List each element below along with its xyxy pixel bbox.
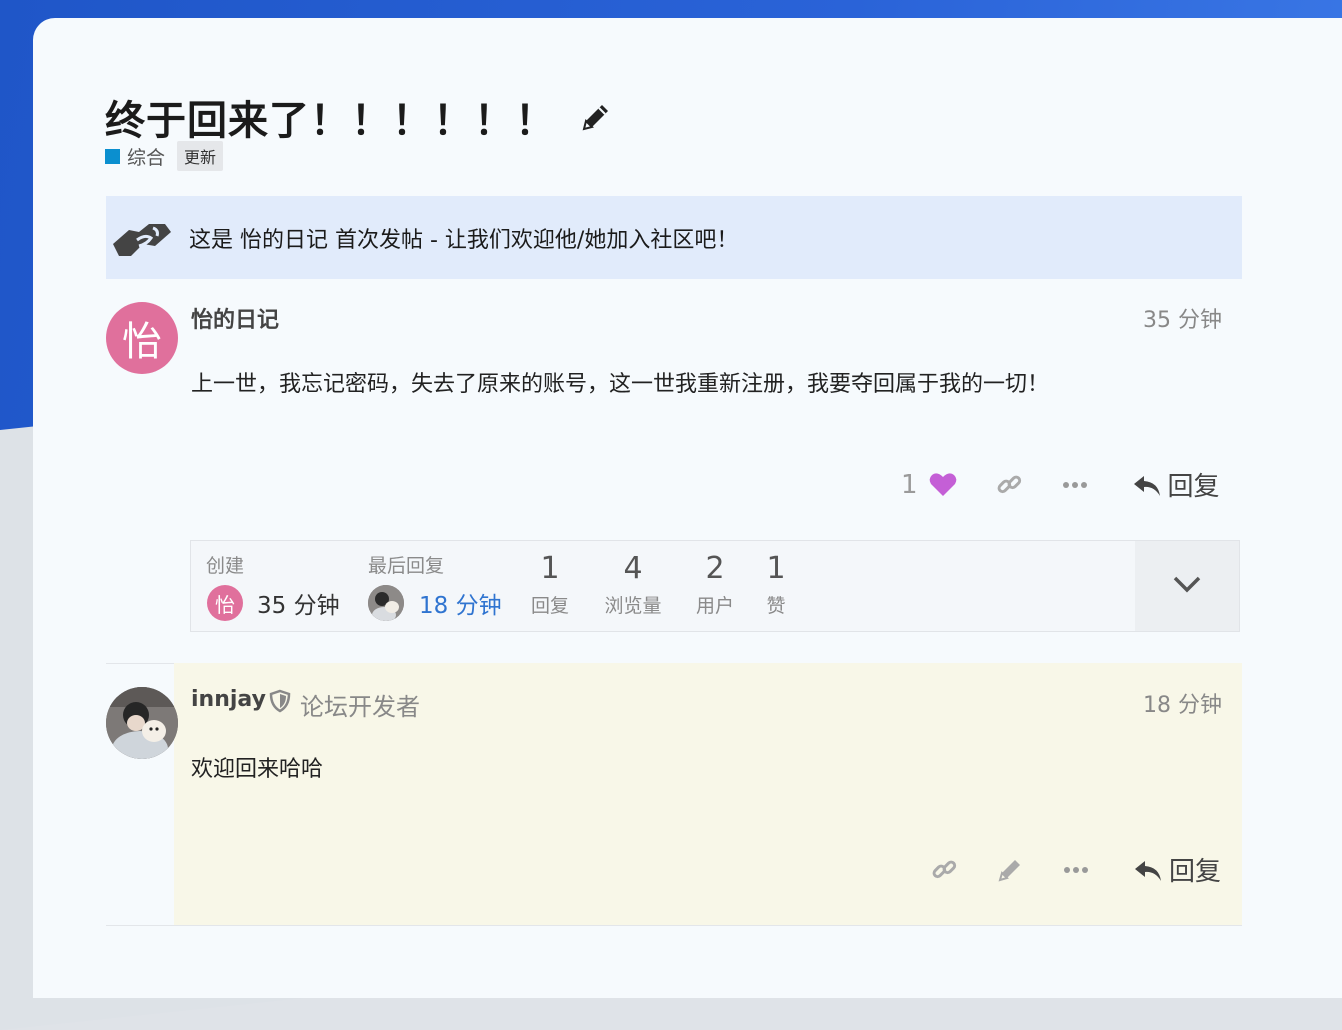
- shield-icon: [269, 689, 291, 713]
- user-flair: 论坛开发者: [300, 693, 420, 721]
- heart-icon[interactable]: [928, 470, 958, 500]
- link-icon[interactable]: [929, 855, 959, 885]
- avatar[interactable]: [106, 687, 178, 759]
- title-row: 终于回来了！！！！！！: [105, 88, 614, 146]
- created-time[interactable]: 35 分钟: [257, 586, 340, 620]
- category-color-swatch: [105, 148, 120, 164]
- views-label: 浏览量: [604, 595, 662, 617]
- created-avatar-letter: 怡: [215, 592, 235, 617]
- reply-label: 回复: [1167, 472, 1220, 502]
- reply-button[interactable]: 回复: [1132, 466, 1220, 503]
- category-label: 综合: [127, 146, 166, 169]
- reply-label: 回复: [1169, 857, 1222, 887]
- reply-button[interactable]: 回复: [1133, 851, 1221, 888]
- likes-label: 赞: [766, 595, 786, 617]
- first-post-notice: 这是 怡的日记 首次发帖 - 让我们欢迎他/她加入社区吧！: [106, 196, 1242, 279]
- post-username[interactable]: 怡的日记: [191, 302, 279, 334]
- created-avatar[interactable]: 怡: [207, 585, 243, 621]
- tag-badge[interactable]: 更新: [177, 141, 224, 171]
- avatar-letter: 怡: [122, 319, 162, 365]
- handshake-icon: [109, 210, 173, 266]
- avatar[interactable]: 怡: [106, 302, 178, 374]
- topic-card: 终于回来了！！！！！！ 综合 更新 这是 怡的日记 首次发帖 - 让我们欢迎他/…: [33, 18, 1342, 998]
- more-icon[interactable]: [1060, 470, 1090, 500]
- post-divider: [106, 925, 1242, 926]
- created-label: 创建: [206, 555, 245, 577]
- replies-count: 1: [540, 551, 560, 586]
- chevron-down-icon: [1172, 574, 1202, 598]
- post-actions: 1 回复: [901, 466, 1220, 503]
- post-time[interactable]: 18 分钟: [1143, 687, 1222, 719]
- expand-summary-button[interactable]: [1135, 541, 1239, 631]
- link-icon[interactable]: [994, 470, 1024, 500]
- more-icon[interactable]: [1061, 855, 1091, 885]
- notice-text: 这是 怡的日记 首次发帖 - 让我们欢迎他/她加入社区吧！: [189, 227, 739, 253]
- last-reply-label: 最后回复: [368, 555, 445, 577]
- reply-icon: [1132, 470, 1162, 500]
- topic-meta: 综合 更新: [105, 141, 224, 171]
- topic-summary: 创建 怡 35 分钟 最后回复 18 分钟 1 回复 4 浏览量 2 用户 1 …: [190, 540, 1240, 632]
- replies-label: 回复: [530, 595, 569, 617]
- post-username[interactable]: innjay: [191, 687, 266, 712]
- reply-icon: [1133, 855, 1163, 885]
- category-badge[interactable]: 综合: [105, 143, 165, 170]
- like-count[interactable]: 1: [901, 470, 918, 500]
- post-body: 上一世，我忘记密码，失去了原来的账号，这一世我重新注册，我要夺回属于我的一切！: [191, 372, 1050, 397]
- post-time[interactable]: 35 分钟: [1143, 302, 1222, 334]
- last-reply-time[interactable]: 18 分钟: [419, 586, 502, 620]
- last-reply-avatar[interactable]: [368, 585, 404, 621]
- likes-count: 1: [766, 551, 786, 586]
- post-body: 欢迎回来哈哈: [191, 757, 324, 782]
- pencil-icon[interactable]: [578, 99, 614, 135]
- pencil-icon[interactable]: [995, 855, 1025, 885]
- views-count: 4: [623, 551, 643, 586]
- page-title: 终于回来了！！！！！！: [105, 98, 556, 144]
- post-actions: 回复: [929, 851, 1221, 888]
